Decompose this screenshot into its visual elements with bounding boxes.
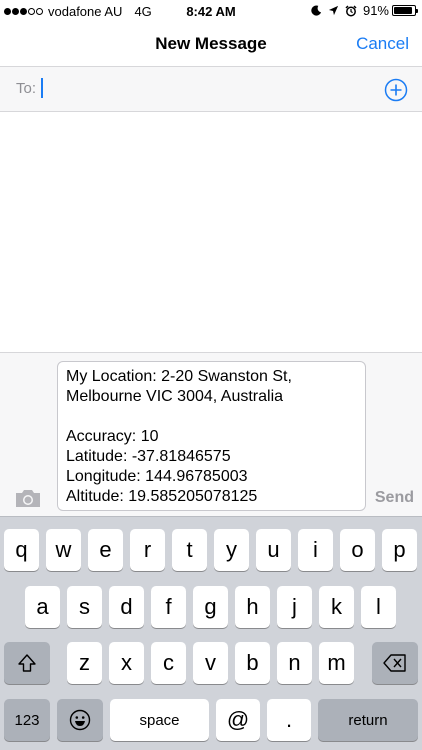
key-e[interactable]: e [88,529,123,571]
key-c[interactable]: c [151,642,186,684]
nav-bar: New Message Cancel [0,24,422,66]
status-right: 91% [305,3,418,18]
emoji-icon [69,709,91,731]
key-n[interactable]: n [277,642,312,684]
key-m[interactable]: m [319,642,354,684]
key-t[interactable]: t [172,529,207,571]
backspace-icon [383,654,406,672]
numbers-key[interactable]: 123 [4,699,50,741]
plus-circle-icon[interactable] [384,78,408,102]
to-label: To: [16,80,37,97]
key-p[interactable]: p [382,529,417,571]
moon-icon [311,5,322,16]
battery-icon [392,5,418,16]
keyboard: q w e r t y u i o p a s d f g h j k l z … [0,516,422,750]
key-s[interactable]: s [67,586,102,628]
key-y[interactable]: y [214,529,249,571]
key-v[interactable]: v [193,642,228,684]
backspace-key[interactable] [372,642,418,684]
shift-key[interactable] [4,642,50,684]
location-arrow-icon [328,5,339,16]
key-u[interactable]: u [256,529,291,571]
recipient-row: To: [0,66,422,112]
text-cursor [41,78,43,98]
status-bar: vodafone AU 4G 8:42 AM 91% [0,0,422,24]
space-key[interactable]: space [110,699,209,741]
key-z[interactable]: z [67,642,102,684]
key-k[interactable]: k [319,586,354,628]
key-r[interactable]: r [130,529,165,571]
key-f[interactable]: f [151,586,186,628]
battery-percent: 91% [362,3,389,18]
key-a[interactable]: a [25,586,60,628]
key-w[interactable]: w [46,529,81,571]
key-g[interactable]: g [193,586,228,628]
key-x[interactable]: x [109,642,144,684]
key-o[interactable]: o [340,529,375,571]
key-q[interactable]: q [4,529,39,571]
key-h[interactable]: h [235,586,270,628]
period-key[interactable]: . [267,699,311,741]
cancel-button[interactable]: Cancel [356,34,409,54]
compose-bar: My Location: 2-20 Swanston St, Melbourne… [0,352,422,516]
return-key[interactable]: return [318,699,418,741]
send-button[interactable]: Send [375,489,414,507]
key-j[interactable]: j [277,586,312,628]
message-input[interactable]: My Location: 2-20 Swanston St, Melbourne… [57,361,366,511]
message-thread-area [0,112,422,352]
key-d[interactable]: d [109,586,144,628]
battery-fill [394,7,413,14]
camera-icon[interactable] [14,487,42,509]
key-l[interactable]: l [361,586,396,628]
alarm-clock-icon [345,4,357,16]
key-b[interactable]: b [235,642,270,684]
shift-arrow-icon [18,654,36,672]
at-key[interactable]: @ [216,699,260,741]
key-i[interactable]: i [298,529,333,571]
emoji-key[interactable] [57,699,103,741]
